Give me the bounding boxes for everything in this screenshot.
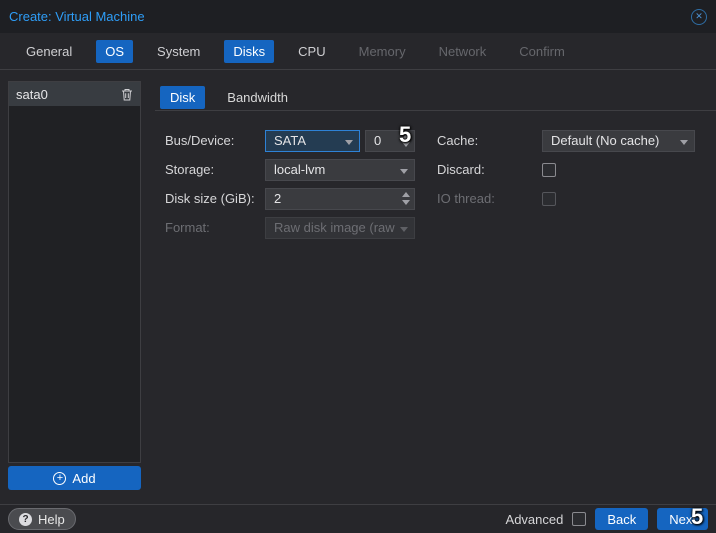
spinner-up-icon	[402, 191, 410, 197]
tab-system[interactable]: System	[148, 40, 209, 63]
discard-checkbox[interactable]	[542, 162, 556, 177]
help-button[interactable]: ? Help	[8, 508, 76, 530]
trash-icon	[122, 88, 132, 100]
advanced-checkbox[interactable]	[572, 512, 587, 526]
add-icon: +	[53, 471, 67, 485]
footer-bar: ? Help Advanced Back Next	[0, 504, 716, 533]
chevron-down-icon	[345, 139, 353, 145]
device-number-spinner[interactable]	[402, 133, 410, 147]
dialog-title: Create: Virtual Machine	[9, 9, 145, 24]
cache-select[interactable]: Default (No cache)	[542, 129, 695, 152]
create-vm-dialog: Create: Virtual Machine ✕ General OS Sys…	[0, 0, 716, 533]
next-button[interactable]: Next	[657, 508, 708, 530]
disk-item-label: sata0	[16, 86, 48, 102]
storage-value: local-lvm	[274, 162, 326, 177]
storage-row: Storage: local-lvm	[165, 155, 417, 184]
spinner-down-icon	[402, 199, 410, 205]
disk-size-spinner[interactable]	[402, 191, 410, 205]
disk-list-item-sata0[interactable]: sata0	[9, 82, 140, 106]
bus-device-label: Bus/Device:	[165, 133, 235, 148]
device-number-input[interactable]: 0	[365, 129, 415, 152]
tab-disks[interactable]: Disks	[224, 39, 275, 63]
tab-os[interactable]: OS	[96, 39, 134, 63]
add-disk-button[interactable]: + Add	[8, 466, 141, 490]
format-value: Raw disk image (raw	[274, 220, 395, 235]
tab-memory: Memory	[358, 43, 406, 59]
help-button-label: Help	[38, 511, 65, 527]
disk-size-label: Disk size (GiB):	[165, 191, 255, 206]
add-button-label: Add	[72, 470, 96, 486]
spinner-down-icon	[402, 141, 410, 147]
advanced-label: Advanced	[505, 511, 564, 527]
io-thread-checkbox	[542, 191, 556, 206]
close-icon[interactable]: ✕	[691, 8, 707, 25]
tab-network: Network	[438, 43, 487, 59]
tab-confirm: Confirm	[519, 43, 565, 59]
title-bar: Create: Virtual Machine ✕	[0, 0, 716, 33]
io-thread-label: IO thread:	[437, 191, 495, 206]
wizard-tab-bar: General OS System Disks CPU Memory Netwo…	[0, 33, 716, 70]
io-thread-row: IO thread:	[437, 184, 697, 213]
subtab-disk[interactable]: Disk	[160, 85, 206, 109]
chevron-down-icon	[400, 168, 408, 174]
cache-row: Cache: Default (No cache)	[437, 126, 697, 155]
footer-actions: Advanced Back Next	[506, 508, 708, 530]
format-label: Format:	[165, 220, 210, 235]
device-number-value: 0	[374, 133, 382, 148]
format-select: Raw disk image (raw	[265, 216, 415, 239]
disk-list-panel: sata0	[8, 81, 141, 463]
disk-size-value: 2	[274, 191, 282, 206]
cache-label: Cache:	[437, 133, 479, 148]
chevron-down-icon	[680, 139, 688, 145]
storage-select[interactable]: local-lvm	[265, 158, 415, 181]
spinner-up-icon	[402, 133, 410, 139]
tab-general[interactable]: General	[17, 40, 81, 63]
back-button[interactable]: Back	[595, 508, 649, 530]
storage-label: Storage:	[165, 162, 215, 177]
disk-size-input[interactable]: 2	[265, 187, 415, 210]
disk-subtab-bar: Disk Bandwidth	[155, 84, 716, 111]
disk-size-row: Disk size (GiB): 2	[165, 184, 417, 213]
form-right-column: Cache: Default (No cache) Discard: IO th…	[437, 126, 697, 213]
subtab-bandwidth[interactable]: Bandwidth	[217, 86, 298, 109]
bus-device-row: Bus/Device: SATA 0	[165, 126, 417, 155]
bus-device-value: SATA	[274, 133, 307, 148]
discard-label: Discard:	[437, 162, 485, 177]
form-left-column: Bus/Device: SATA 0 Storage: local-lvm Di…	[165, 126, 417, 242]
chevron-down-icon	[400, 226, 408, 232]
tab-cpu[interactable]: CPU	[289, 40, 334, 63]
discard-row: Discard:	[437, 155, 697, 184]
cache-value: Default (No cache)	[551, 133, 660, 148]
bus-device-select[interactable]: SATA	[265, 129, 360, 152]
delete-disk-button[interactable]	[121, 88, 133, 101]
help-icon: ?	[19, 512, 32, 526]
format-row: Format: Raw disk image (raw	[165, 213, 417, 242]
